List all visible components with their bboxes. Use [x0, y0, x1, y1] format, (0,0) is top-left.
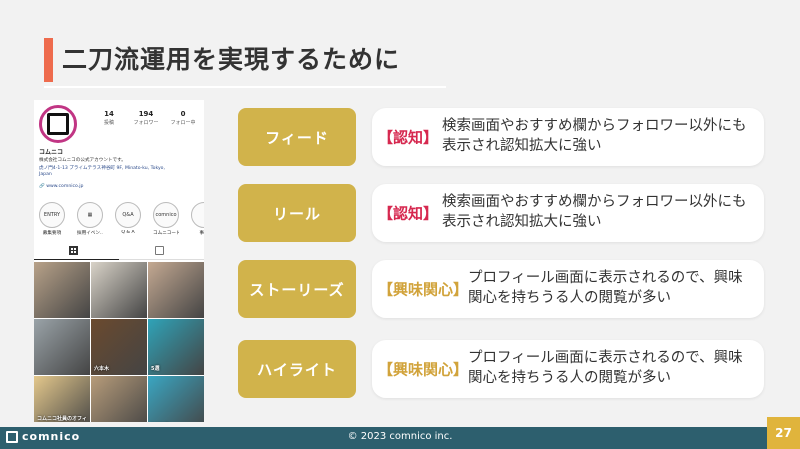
highlight-cover: ▦ [77, 202, 103, 228]
highlight-cover: ENTRY [39, 202, 65, 228]
instagram-profile-screenshot: 14 投稿 194 フォロワー 0 フォロー中 コムニコ 株式会社コムニコの公式… [34, 100, 204, 422]
copyright-text: © 2023 comnico inc. [347, 431, 453, 442]
profile-name: コムニコ [39, 149, 64, 156]
profile-link[interactable]: 🔗 www.comnico.jp [39, 184, 83, 189]
stat-posts-label: 投稿 [103, 120, 114, 126]
post-tile-caption: コムニコ社員のオフィス1日ルーティン [37, 416, 87, 422]
post-tile[interactable] [34, 319, 90, 375]
label-highlights: ハイライト [238, 340, 356, 398]
post-tile[interactable]: 六本木 [91, 319, 147, 375]
desc-reels: 【認知】 検索画面やおすすめ欄からフォロワー以外にも 表示され認知拡大に強い [372, 184, 764, 242]
highlight-label: 採用イベン... [77, 231, 103, 236]
stat-posts-number: 14 [104, 110, 114, 118]
page-number-badge: 27 [767, 417, 800, 449]
stat-followers-number: 194 [138, 110, 154, 118]
desc-line: 表示され認知拡大に強い [442, 214, 602, 230]
title-underline [44, 86, 446, 88]
stat-following-label: フォロー中 [170, 120, 196, 126]
grid-tab-icon[interactable] [69, 246, 78, 255]
active-tab-indicator [34, 259, 119, 260]
desc-line: 検索画面やおすすめ欄からフォロワー以外にも [442, 194, 747, 210]
highlight-item[interactable]: Q&A Q & A [115, 202, 141, 235]
post-tile-caption: 5選 [151, 366, 160, 372]
tagged-tab-icon[interactable] [155, 246, 164, 255]
tag-interest: 【興味関心】 [378, 360, 469, 379]
desc-line: 関心を持ちうる人の閲覧が多い [468, 290, 671, 306]
desc-text: 検索画面やおすすめ欄からフォロワー以外にも 表示され認知拡大に強い [442, 116, 747, 156]
post-tile[interactable] [91, 376, 147, 422]
footer-bar: comnico © 2023 comnico inc. [0, 427, 800, 449]
highlight-cover [191, 202, 204, 228]
highlight-item[interactable]: ENTRY 募集要項 [39, 202, 65, 236]
highlight-label: コムニコード [153, 231, 179, 236]
bio-line: 虎ノ門4-1-13 プライムテラス神谷町 9F, Minato-ku, Toky… [39, 166, 165, 171]
highlight-label: 事業 [199, 231, 204, 236]
stat-following-number: 0 [180, 110, 186, 118]
slide-title: 二刀流運用を実現するために [62, 45, 401, 74]
desc-feed: 【認知】 検索画面やおすすめ欄からフォロワー以外にも 表示され認知拡大に強い [372, 108, 764, 166]
post-grid: 六本木 5選コムニコ社員のオフィス1日ルーティン 2023年 [34, 262, 204, 422]
post-tile[interactable] [34, 262, 90, 318]
stat-following: 0 フォロー中 [163, 110, 203, 126]
label-stories: ストーリーズ [238, 260, 356, 318]
label-feed: フィード [238, 108, 356, 166]
profile-avatar [39, 105, 77, 143]
desc-line: 表示され認知拡大に強い [442, 138, 602, 154]
tag-awareness: 【認知】 [378, 128, 439, 147]
highlight-cover: Q&A [115, 202, 141, 228]
profile-tabs [34, 243, 204, 260]
stat-followers-label: フォロワー [133, 120, 159, 126]
highlight-cover: comnico [153, 202, 179, 228]
desc-stories: 【興味関心】 プロフィール画面に表示されるので、興味 関心を持ちうる人の閲覧が多… [372, 260, 764, 318]
desc-line: 検索画面やおすすめ欄からフォロワー以外にも [442, 118, 747, 134]
highlight-label: Q & A [121, 230, 135, 235]
highlight-item[interactable]: comnico コムニコード [153, 202, 179, 236]
post-tile[interactable] [148, 262, 204, 318]
highlight-item[interactable]: 事業 [191, 202, 204, 236]
desc-line: プロフィール画面に表示されるので、興味 [468, 350, 743, 366]
bio-line: 株式会社コムニコの公式アカウントです。 [39, 158, 126, 163]
highlight-label: 募集要項 [42, 231, 62, 236]
post-tile[interactable] [91, 262, 147, 318]
title-accent-bar [44, 38, 53, 82]
link-icon: 🔗 [39, 184, 45, 189]
post-tile[interactable]: 2023年 [148, 376, 204, 422]
stat-followers: 194 フォロワー [126, 110, 166, 126]
tag-awareness: 【認知】 [378, 204, 439, 223]
profile-link-text: www.comnico.jp [46, 184, 84, 189]
stat-posts: 14 投稿 [89, 110, 129, 126]
tag-interest: 【興味関心】 [378, 280, 469, 299]
post-tile[interactable]: コムニコ社員のオフィス1日ルーティン [34, 376, 90, 422]
desc-line: 関心を持ちうる人の閲覧が多い [468, 370, 671, 386]
highlight-item[interactable]: ▦ 採用イベン... [77, 202, 103, 236]
desc-line: プロフィール画面に表示されるので、興味 [468, 270, 743, 286]
post-tile-caption: 六本木 [94, 366, 110, 372]
desc-text: プロフィール画面に表示されるので、興味 関心を持ちうる人の閲覧が多い [468, 348, 743, 388]
desc-text: 検索画面やおすすめ欄からフォロワー以外にも 表示され認知拡大に強い [442, 192, 747, 232]
desc-text: プロフィール画面に表示されるので、興味 関心を持ちうる人の閲覧が多い [468, 268, 743, 308]
post-tile[interactable]: 5選 [148, 319, 204, 375]
bio-line: Japan [39, 172, 52, 177]
comnico-logo-icon [47, 113, 69, 135]
label-reels: リール [238, 184, 356, 242]
desc-highlights: 【興味関心】 プロフィール画面に表示されるので、興味 関心を持ちうる人の閲覧が多… [372, 340, 764, 398]
